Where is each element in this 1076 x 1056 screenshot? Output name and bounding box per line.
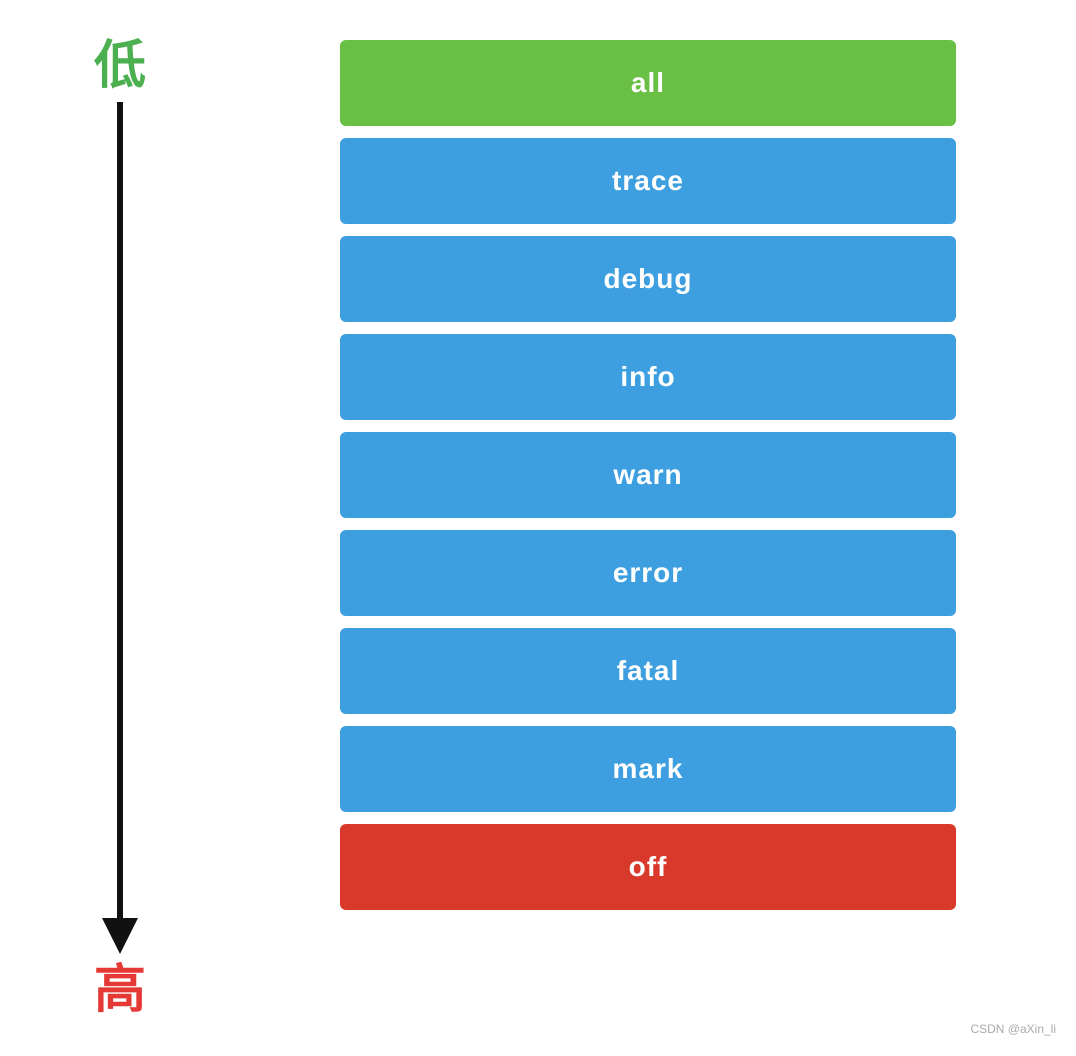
level-label-mark: mark [613, 753, 684, 785]
level-block-info: info [340, 334, 956, 420]
level-block-all: all [340, 40, 956, 126]
label-high: 高 [94, 964, 146, 1016]
axis-container: 低 高 [60, 40, 180, 1016]
level-block-error: error [340, 530, 956, 616]
level-label-error: error [613, 557, 683, 589]
level-label-fatal: fatal [617, 655, 680, 687]
blocks-container: all trace debug info warn error fatal mark off [340, 40, 956, 1016]
level-block-debug: debug [340, 236, 956, 322]
level-block-mark: mark [340, 726, 956, 812]
level-label-info: info [620, 361, 675, 393]
level-block-fatal: fatal [340, 628, 956, 714]
arrow-line-container [102, 102, 138, 954]
watermark: CSDN @aXin_li [970, 1022, 1056, 1036]
level-label-warn: warn [613, 459, 682, 491]
page-container: 低 高 all trace debug info warn error fatal mark o… [0, 0, 1076, 1056]
level-label-off: off [629, 851, 668, 883]
level-label-all: all [631, 67, 665, 99]
level-block-warn: warn [340, 432, 956, 518]
level-block-trace: trace [340, 138, 956, 224]
level-label-trace: trace [612, 165, 684, 197]
arrow-head [102, 918, 138, 954]
arrow-shaft [117, 102, 123, 918]
label-low: 低 [94, 40, 146, 92]
level-label-debug: debug [604, 263, 693, 295]
level-block-off: off [340, 824, 956, 910]
